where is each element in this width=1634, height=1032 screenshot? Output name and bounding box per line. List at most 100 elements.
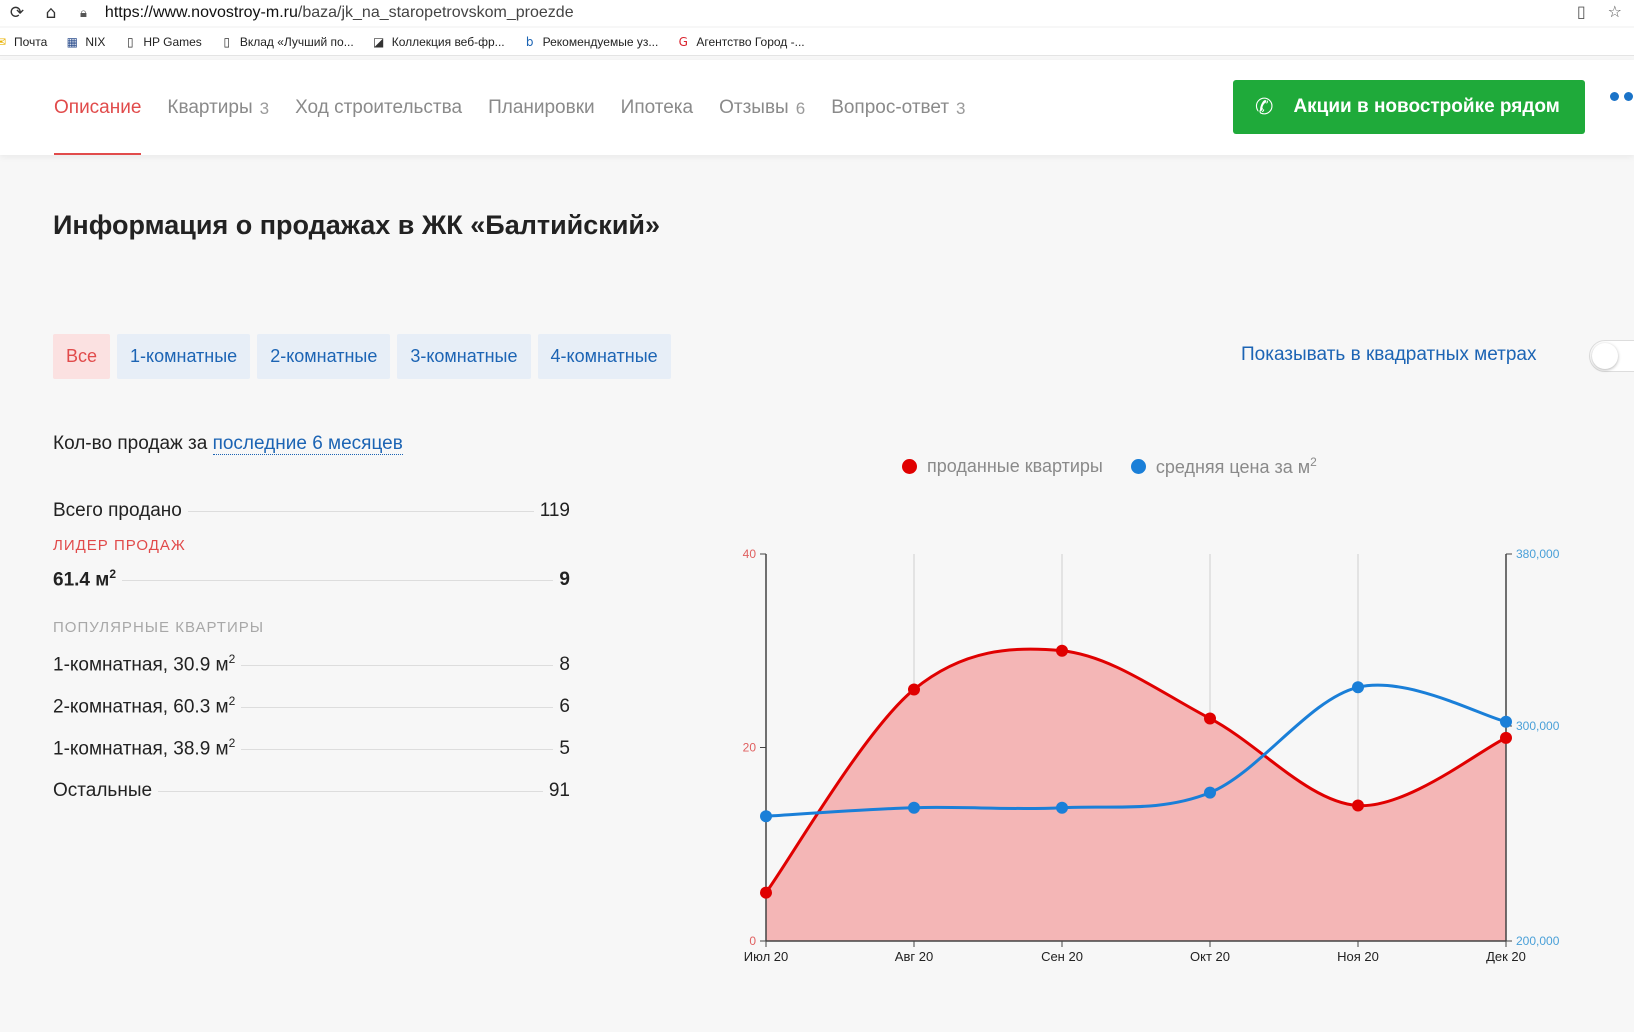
legend-dot-sold: [902, 459, 917, 474]
bookmark-label: Рекомендуемые уз...: [542, 34, 659, 49]
y-left-tick-label: 20: [743, 741, 757, 755]
x-tick-label: Дек 20: [1486, 949, 1526, 964]
leader-dots: [187, 511, 534, 512]
bing-icon: b: [525, 34, 534, 49]
leader-dots: [241, 707, 554, 709]
home-icon[interactable]: ⌂: [34, 3, 68, 23]
favorite-star-icon[interactable]: ☆: [1608, 2, 1622, 21]
legend-item-price[interactable]: средняя цена за м2: [1130, 455, 1317, 478]
page-title: Информация о продажах в ЖК «Балтийский»: [53, 210, 661, 240]
tab-label: Квартиры: [167, 96, 253, 118]
filter-button[interactable]: 1-комнатные: [117, 334, 251, 379]
leader-dots: [241, 665, 554, 667]
total-sold-value: 119: [539, 500, 570, 521]
leader-dots: [241, 749, 554, 751]
sold-point: [1500, 731, 1512, 744]
bookmark-label: HP Games: [143, 34, 202, 49]
tab-label: Ипотека: [620, 96, 694, 118]
price-point: [1500, 715, 1512, 728]
sqm-toggle-label[interactable]: Показывать в квадратных метрах: [1241, 344, 1536, 366]
tab-3[interactable]: Ход строительства: [295, 60, 462, 155]
bookmark-item[interactable]: ◪ Коллекция веб-фр...: [372, 35, 505, 49]
popular-caption: ПОПУЛЯРНЫЕ КВАРТИРЫ: [53, 619, 265, 636]
page-icon: ▯: [223, 34, 231, 49]
bookmark-item[interactable]: ✉ Почта: [0, 35, 47, 49]
popular-label: 2-комнатная, 60.3 м2: [53, 694, 236, 718]
bookmark-label: Почта: [14, 34, 48, 49]
popular-row: 1-комнатная, 38.9 м2 5: [53, 736, 570, 760]
other-value: 91: [548, 780, 570, 801]
tab-label: Вопрос-ответ: [831, 96, 950, 118]
x-tick-label: Июл 20: [744, 949, 788, 964]
sales-period: Кол-во продаж за последние 6 месяцев: [53, 433, 403, 455]
x-tick-label: Сен 20: [1041, 949, 1083, 964]
more-menu-icon[interactable]: [1610, 92, 1633, 101]
popular-label: 1-комнатная, 30.9 м2: [53, 652, 236, 676]
filter-button[interactable]: 3-комнатные: [397, 334, 531, 379]
legend-label-price: средняя цена за м2: [1155, 455, 1317, 477]
bookmark-label: Коллекция веб-фр...: [391, 34, 505, 49]
leader-value: 9: [559, 569, 570, 591]
tab-4[interactable]: Планировки: [488, 60, 595, 155]
reader-view-icon[interactable]: ▯: [1577, 2, 1586, 21]
bookmark-label: NIX: [85, 34, 106, 49]
bookmark-item[interactable]: ▯ HP Games: [123, 34, 202, 49]
g-icon: G: [678, 34, 688, 49]
reload-icon[interactable]: ⟳: [0, 3, 34, 23]
tab-count: 3: [259, 99, 270, 118]
collection-icon: ◪: [373, 34, 385, 49]
price-point: [1204, 786, 1216, 799]
filter-button[interactable]: 2-комнатные: [257, 334, 391, 379]
popular-value: 5: [559, 738, 570, 760]
total-sold-label: Всего продано: [53, 500, 182, 521]
filter-button[interactable]: 4-комнатные: [537, 334, 671, 379]
tab-1[interactable]: Описание: [54, 60, 142, 155]
tab-label: Отзывы: [719, 96, 789, 118]
sold-point: [1352, 799, 1364, 812]
tab-label: Планировки: [488, 96, 595, 118]
url-field[interactable]: https://www.novostroy-m.ru/baza/jk_na_st…: [105, 4, 574, 22]
other-row: Остальные 91: [53, 780, 570, 802]
tab-5[interactable]: Ипотека: [621, 60, 693, 155]
tab-6[interactable]: Отзывы 6: [719, 60, 805, 155]
price-point: [1056, 801, 1068, 814]
promo-button[interactable]: ✆ Акции в новостройке рядом: [1233, 80, 1585, 134]
legend-item-sold[interactable]: проданные квартиры: [902, 455, 1103, 478]
bookmark-item[interactable]: G Агентство Город -...: [676, 34, 805, 49]
tab-label: Ход строительства: [295, 96, 463, 118]
leader-dots: [158, 791, 543, 792]
bookmark-item[interactable]: ▦ NIX: [65, 34, 106, 49]
tab-count: 6: [795, 99, 806, 118]
browser-address-bar: ⟳ ⌂ 🔒︎ https://www.novostroy-m.ru/baza/j…: [0, 0, 1634, 26]
period-link[interactable]: последние 6 месяцев: [212, 433, 403, 455]
price-point: [908, 801, 920, 814]
nix-icon: ▦: [66, 34, 78, 49]
sales-chart: 0 20 40 200,000 300,000 380,000 Июл 20 Авг 20 Се…: [743, 547, 1560, 964]
site-nav: Описание Квартиры 3 Ход строительства Планир…: [0, 60, 1634, 155]
popular-value: 8: [559, 654, 570, 676]
y-right-tick-label: 380,000: [1516, 547, 1560, 561]
x-tick-label: Авг 20: [895, 949, 933, 964]
leader-row: 61.4 м2 9: [53, 567, 570, 591]
leader-dots: [122, 580, 554, 582]
toggle-knob: [1592, 343, 1618, 369]
lock-icon[interactable]: 🔒︎: [80, 6, 87, 21]
leader-caption: ЛИДЕР ПРОДАЖ: [53, 537, 186, 554]
y-right-tick-label: 300,000: [1516, 719, 1560, 733]
tab-2[interactable]: Квартиры 3: [167, 60, 269, 155]
filter-button[interactable]: Все: [53, 334, 111, 379]
tab-7[interactable]: Вопрос-ответ 3: [831, 60, 965, 155]
popular-value: 6: [559, 696, 570, 718]
legend-label-sold: проданные квартиры: [927, 456, 1103, 476]
bookmark-item[interactable]: b Рекомендуемые уз...: [523, 35, 659, 49]
other-label: Остальные: [53, 780, 153, 801]
sold-point: [1204, 712, 1216, 725]
bookmark-item[interactable]: ▯ Вклад «Лучший по...: [220, 35, 354, 49]
period-prefix: Кол-во продаж за: [53, 433, 208, 454]
bookmark-label: Вклад «Лучший по...: [239, 34, 354, 49]
price-point: [760, 810, 772, 823]
sqm-toggle[interactable]: [1589, 340, 1634, 372]
promo-button-label: Акции в новостройке рядом: [1293, 96, 1560, 117]
page-icon: ▯: [127, 34, 134, 49]
y-left-tick-label: 0: [749, 934, 756, 948]
